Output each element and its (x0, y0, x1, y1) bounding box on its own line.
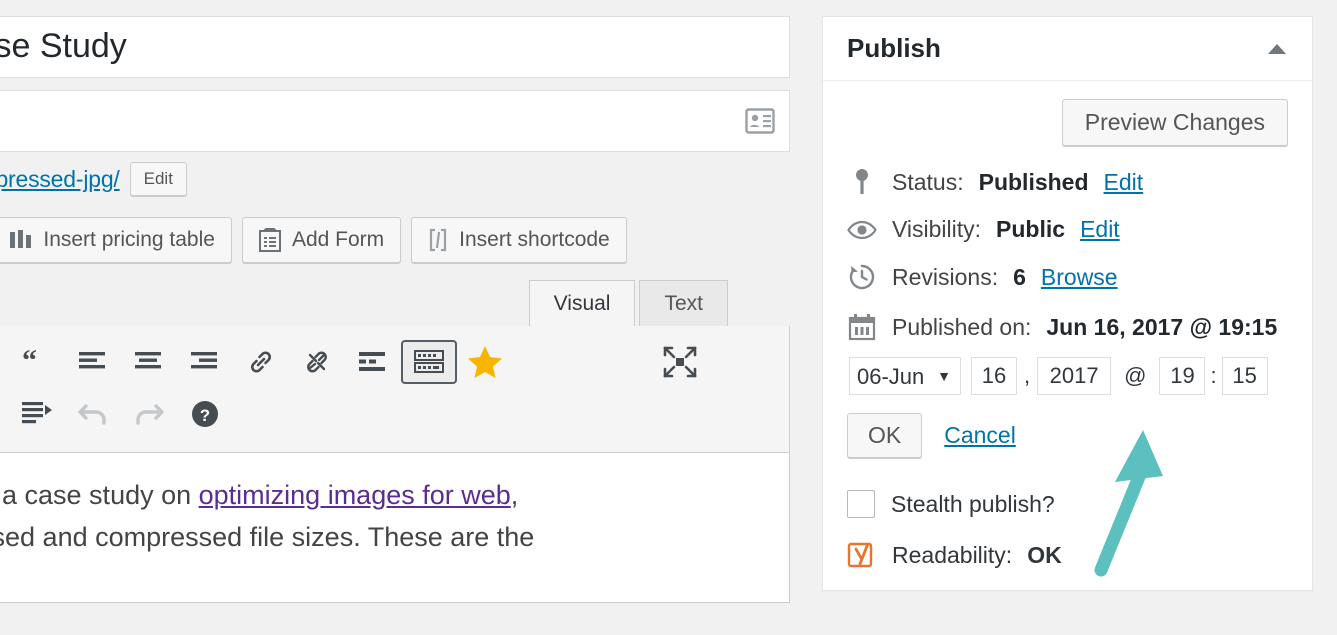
insert-shortcode-button[interactable]: Insert shortcode (411, 217, 627, 263)
tab-visual[interactable]: Visual (529, 280, 636, 326)
visibility-label: Visibility: (892, 218, 981, 241)
indent-icon[interactable] (9, 392, 65, 436)
content-link[interactable]: optimizing images for web (199, 480, 511, 510)
kitchen-sink-icon[interactable] (401, 340, 457, 384)
blockquote-icon[interactable]: “ (9, 340, 65, 384)
secondary-input-field[interactable] (0, 90, 790, 152)
content-paragraph-1: for a case study on optimizing images fo… (0, 475, 765, 517)
yoast-icon (847, 540, 877, 570)
contact-card-icon[interactable] (745, 108, 775, 134)
chevron-up-icon[interactable] (1268, 44, 1286, 54)
preview-changes-button[interactable]: Preview Changes (1062, 99, 1288, 146)
month-select-wrap: 01-Jan02-Feb03-Mar04-Apr05-May06-Jun07-J… (849, 357, 961, 395)
link-icon[interactable] (233, 340, 289, 384)
preview-changes-row: Preview Changes (847, 99, 1288, 146)
revisions-value: 6 (1013, 266, 1026, 289)
post-title-input[interactable] (0, 27, 779, 66)
time-colon: : (1205, 363, 1221, 389)
help-icon[interactable]: ? (177, 392, 233, 436)
content-text-pre: for a case study on (0, 480, 199, 510)
fullscreen-icon[interactable] (657, 342, 703, 382)
publish-metabox-header: Publish (823, 17, 1312, 81)
visibility-row: Visibility: Public Edit (847, 218, 1288, 241)
add-form-icon (259, 228, 281, 252)
date-edit-fields: 01-Jan02-Feb03-Mar04-Apr05-May06-Jun07-J… (847, 357, 1288, 395)
permalink-row: ncompressed-jpg/ Edit (0, 164, 790, 194)
clock-revision-icon (847, 263, 877, 291)
stealth-publish-row: Stealth publish? (847, 490, 1288, 518)
month-select[interactable]: 01-Jan02-Feb03-Mar04-Apr05-May06-Jun07-J… (849, 357, 961, 395)
undo-icon[interactable] (65, 392, 121, 436)
outdent-icon[interactable] (0, 392, 9, 436)
publish-metabox-title: Publish (847, 33, 941, 64)
star-icon[interactable] (457, 340, 513, 384)
revisions-browse-link[interactable]: Browse (1041, 266, 1118, 289)
published-on-value: Jun 16, 2017 @ 19:15 (1046, 316, 1277, 339)
status-row: Status: Published Edit (847, 168, 1288, 196)
editor-content-area[interactable]: for a case study on optimizing images fo… (0, 453, 790, 603)
pricing-table-icon (10, 230, 32, 250)
svg-text:“: “ (23, 350, 37, 374)
read-more-icon[interactable] (345, 340, 401, 384)
svg-text:?: ? (200, 406, 210, 425)
date-comma: , (1017, 363, 1037, 389)
media-button-label: Insert shortcode (459, 228, 610, 252)
date-cancel-link[interactable]: Cancel (944, 422, 1016, 449)
date-at-symbol: @ (1111, 363, 1159, 389)
screen: ncompressed-jpg/ Edit ad Insert pricing … (0, 0, 1337, 635)
stealth-publish-checkbox[interactable] (847, 490, 875, 518)
year-field[interactable] (1037, 357, 1111, 395)
minute-field[interactable] (1222, 357, 1268, 395)
published-on-label: Published on: (892, 316, 1031, 339)
post-editor-column: ncompressed-jpg/ Edit ad Insert pricing … (0, 0, 790, 603)
status-edit-link[interactable]: Edit (1104, 171, 1144, 194)
revisions-row: Revisions: 6 Browse (847, 263, 1288, 291)
day-field[interactable] (971, 357, 1017, 395)
align-left-icon[interactable] (65, 340, 121, 384)
calendar-icon (847, 313, 877, 341)
media-button-label: Add Form (292, 228, 384, 252)
publish-metabox-body: Preview Changes Status: Published Edit (823, 81, 1312, 590)
readability-label: Readability: (892, 542, 1012, 569)
visibility-value: Public (996, 218, 1065, 241)
align-right-icon[interactable] (177, 340, 233, 384)
date-actions-row: OK Cancel (847, 413, 1288, 458)
media-buttons-row: ad Insert pricing table (0, 216, 790, 264)
editor-toolbar-row-2: ? (0, 388, 775, 440)
numbered-list-icon[interactable]: 1 2 3 (0, 340, 9, 384)
editor-mode-tabs: Visual Text (0, 280, 790, 326)
edit-permalink-button[interactable]: Edit (130, 162, 187, 196)
unlink-icon[interactable] (289, 340, 345, 384)
editor-toolbar: 1 2 3 “ (0, 326, 790, 453)
media-button-label: Insert pricing table (43, 228, 215, 252)
eye-icon (847, 220, 877, 240)
stealth-publish-label: Stealth publish? (891, 491, 1055, 518)
align-center-icon[interactable] (121, 340, 177, 384)
editor-toolbar-row-1: 1 2 3 “ (0, 336, 775, 388)
pin-icon (847, 168, 877, 196)
add-form-button[interactable]: Add Form (242, 217, 401, 263)
insert-pricing-table-button[interactable]: Insert pricing table (0, 217, 232, 263)
published-on-row: Published on: Jun 16, 2017 @ 19:15 (847, 313, 1288, 341)
content-text-post: , (511, 480, 519, 510)
visibility-edit-link[interactable]: Edit (1080, 218, 1120, 241)
shortcode-icon (428, 228, 448, 252)
status-label: Status: (892, 171, 964, 194)
hour-field[interactable] (1159, 357, 1205, 395)
redo-icon[interactable] (121, 392, 177, 436)
post-title-field-wrap (0, 16, 790, 78)
readability-value: OK (1027, 542, 1062, 569)
content-paragraph-2: essed and compressed file sizes. These a… (0, 517, 765, 559)
readability-row: Readability: OK (847, 540, 1288, 570)
revisions-label: Revisions: (892, 266, 998, 289)
tab-text[interactable]: Text (639, 280, 728, 326)
status-value: Published (979, 171, 1089, 194)
date-ok-button[interactable]: OK (847, 413, 922, 458)
permalink-url[interactable]: ncompressed-jpg/ (0, 166, 120, 193)
publish-metabox: Publish Preview Changes Status: Publishe… (822, 16, 1313, 591)
